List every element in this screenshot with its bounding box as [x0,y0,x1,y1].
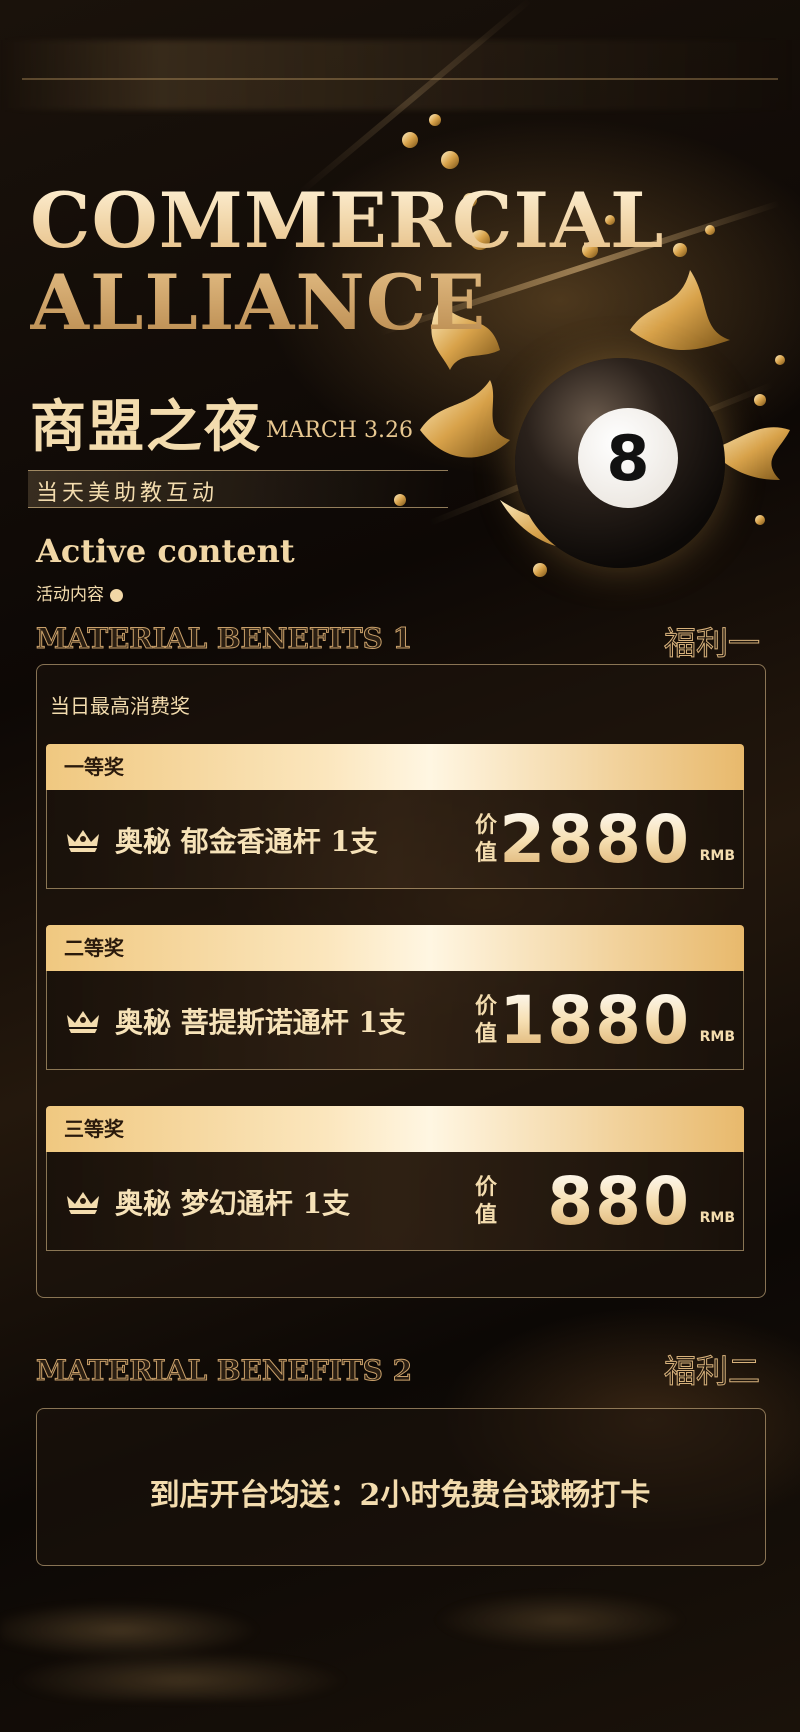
prize-tier-second: 二等奖 奥秘 菩提斯诺通杆 1支 价值 1880 RMB [46,925,744,1070]
page-title-en: COMMERCIAL ALLIANCE [30,176,665,347]
activity-heading-en: Active content [36,532,295,570]
prize-value: 2880 [499,801,691,878]
activity-heading-cn-label: 活动内容 [36,585,104,605]
prize-rank: 一等奖 [46,744,744,790]
page-title-cn: 商盟之夜 [30,394,262,460]
subtitle: 当天美助教互动 [36,481,219,506]
prize-name: 奥秘 梦幻通杆 1支 [115,1187,350,1220]
prize-tier-first: 一等奖 奥秘 郁金香通杆 1支 价值 2880 RMB [46,744,744,889]
event-date: MARCH 3.26 [266,418,413,443]
currency-unit: RMB [699,1210,735,1226]
prize-row: 奥秘 菩提斯诺通杆 1支 价值 1880 RMB [46,971,744,1070]
panel-title: 当日最高消费奖 [50,694,190,718]
eight-ball-number: 8 [578,408,678,508]
prize-rank: 二等奖 [46,925,744,971]
prize-row: 奥秘 梦幻通杆 1支 价值 880 RMB [46,1152,744,1251]
header-divider [22,78,778,80]
crown-icon [67,830,99,852]
section-title-benefits-1: MATERIAL BENEFITS 1 [35,622,413,656]
prize-row: 奥秘 郁金香通杆 1支 价值 2880 RMB [46,790,744,889]
prize-name: 奥秘 菩提斯诺通杆 1支 [115,1006,406,1039]
value-label: 价值 [475,1175,498,1228]
currency-unit: RMB [699,1029,735,1045]
prize-tier-third: 三等奖 奥秘 梦幻通杆 1支 价值 880 RMB [46,1106,744,1251]
section-label-benefits-1: 福利一 [663,624,760,663]
section-label-benefits-2: 福利二 [663,1352,760,1391]
prize-value: 1880 [499,982,691,1059]
dot-icon [110,588,123,602]
benefit-2-text: 到店开台均送：2小时免费台球畅打卡 [149,1478,651,1513]
prize-rank: 三等奖 [46,1106,744,1152]
prize-value: 880 [547,1163,691,1240]
value-label: 价值 [475,813,498,866]
blurred-footer [0,1590,800,1700]
currency-unit: RMB [699,848,735,864]
crown-icon [67,1192,99,1214]
crown-icon [67,1011,99,1033]
section-title-benefits-2: MATERIAL BENEFITS 2 [35,1354,413,1388]
prize-name: 奥秘 郁金香通杆 1支 [115,825,378,858]
value-label: 价值 [475,994,498,1047]
activity-heading-cn: 活动内容 [36,580,123,605]
